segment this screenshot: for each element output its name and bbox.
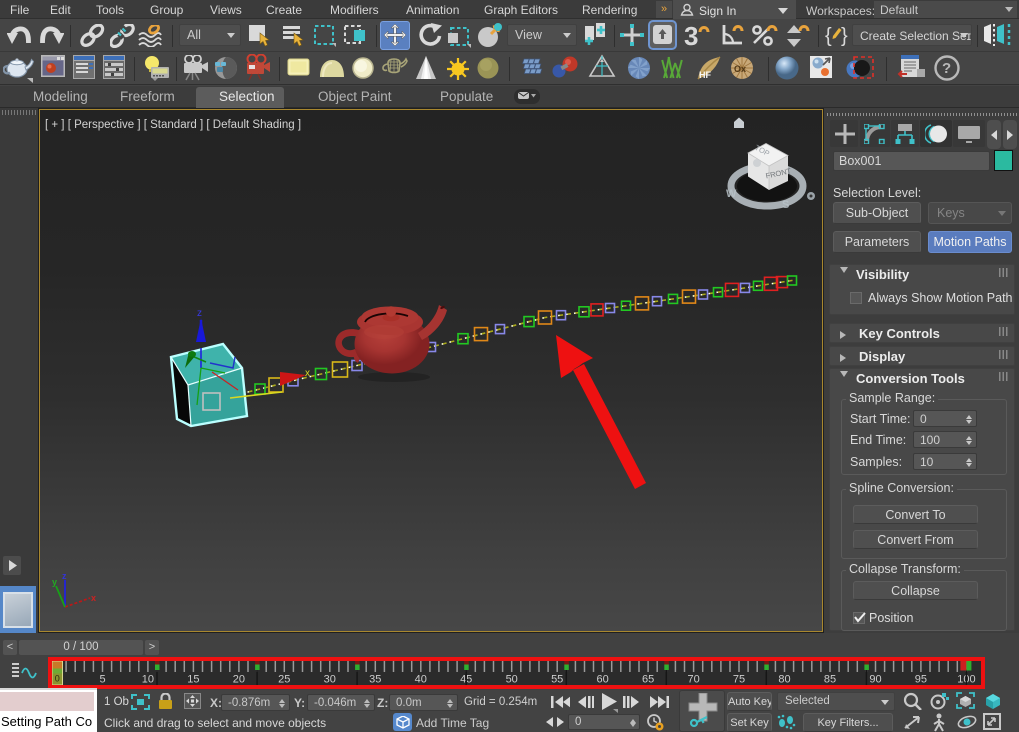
svg-text:40: 40: [415, 674, 427, 686]
svg-text:0: 0: [55, 674, 60, 684]
svg-text:?: ?: [942, 60, 951, 77]
svg-text:20: 20: [233, 674, 245, 686]
svg-text:10: 10: [142, 674, 154, 686]
svg-text:80: 80: [778, 674, 790, 686]
svg-text:z: z: [62, 571, 67, 581]
svg-text:3: 3: [684, 23, 698, 49]
svg-text:Ox: Ox: [734, 64, 746, 74]
svg-text:95: 95: [915, 674, 927, 686]
svg-text:S: S: [782, 199, 789, 211]
svg-text:5: 5: [99, 674, 105, 686]
svg-text:W: W: [726, 188, 737, 200]
svg-text:25: 25: [278, 674, 290, 686]
svg-text:{: {: [825, 25, 832, 47]
svg-text:70: 70: [687, 674, 699, 686]
svg-text:50: 50: [506, 674, 518, 686]
svg-text:x: x: [305, 368, 310, 379]
svg-text:55: 55: [551, 674, 563, 686]
svg-text:z: z: [197, 308, 202, 319]
svg-text:85: 85: [824, 674, 836, 686]
svg-text:75: 75: [733, 674, 745, 686]
svg-text:65: 65: [642, 674, 654, 686]
svg-text:x: x: [91, 593, 96, 603]
svg-text:HF: HF: [699, 70, 711, 80]
svg-text:90: 90: [869, 674, 881, 686]
svg-text:60: 60: [596, 674, 608, 686]
svg-text:30: 30: [324, 674, 336, 686]
svg-text:35: 35: [369, 674, 381, 686]
svg-text:y: y: [52, 577, 57, 587]
svg-text:15: 15: [187, 674, 199, 686]
svg-text:}: }: [841, 25, 848, 47]
